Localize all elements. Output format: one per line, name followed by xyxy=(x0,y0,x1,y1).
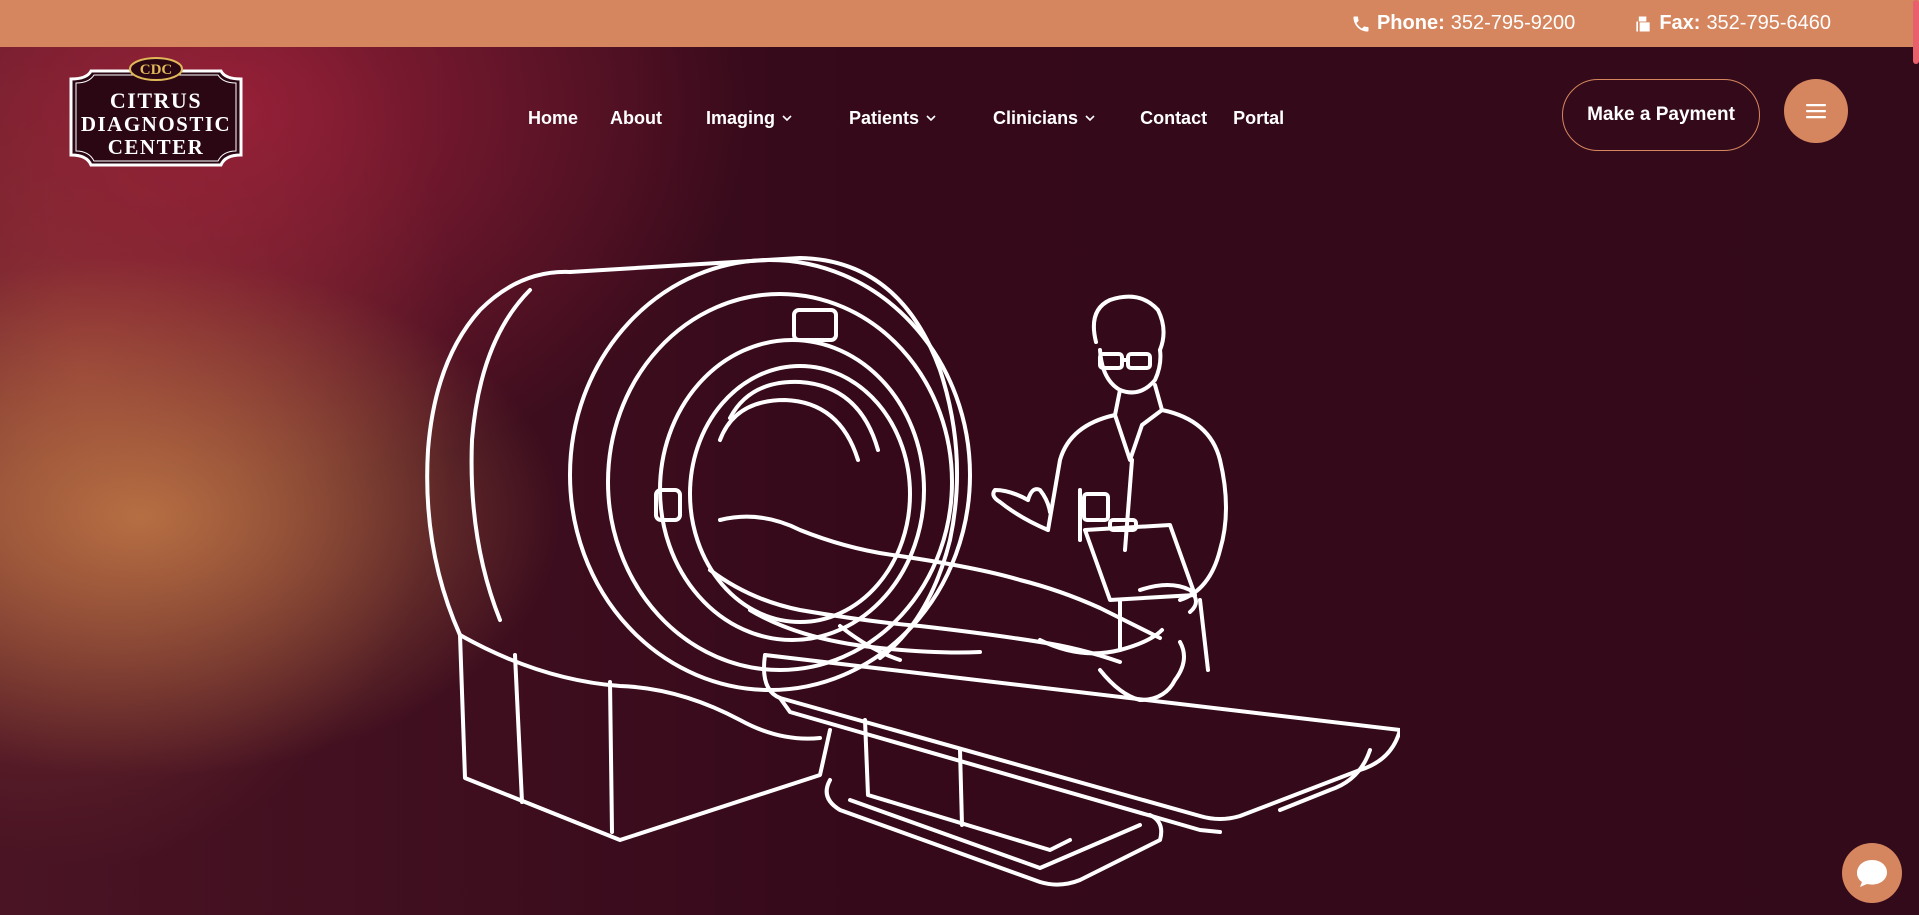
make-payment-label: Make a Payment xyxy=(1587,104,1735,125)
make-payment-button[interactable]: Make a Payment xyxy=(1562,79,1760,151)
hamburger-icon xyxy=(1806,104,1826,119)
nav-home-label: Home xyxy=(528,107,579,128)
logo-emblem: CDC CITRUS DIAGNOSTIC CENTER xyxy=(69,57,243,167)
logo-line-1: CITRUS xyxy=(110,88,202,113)
logo-line-3: CENTER xyxy=(108,135,205,159)
nav-home[interactable]: Home xyxy=(528,108,578,129)
nav-about[interactable]: About xyxy=(610,108,662,129)
contact-bar: Phone: 352-795-9200 Fax: 352-795-6460 xyxy=(0,0,1919,47)
fax-label: Fax: xyxy=(1659,12,1701,34)
logo-badge-text: CDC xyxy=(140,62,173,78)
nav-patients-label: Patients xyxy=(849,107,920,128)
main-navigation: Home About Imaging Patients Clinicians C… xyxy=(528,104,1284,132)
scrollbar-thumb[interactable] xyxy=(1913,0,1919,64)
nav-about-label: About xyxy=(610,107,662,128)
phone-label: Phone: xyxy=(1376,12,1445,34)
phone-icon xyxy=(1353,16,1369,31)
phone-number: 352-795-9200 xyxy=(1450,12,1576,34)
menu-button[interactable] xyxy=(1784,79,1848,143)
logo-line-2: DIAGNOSTIC xyxy=(81,112,231,136)
site-logo[interactable]: CDC CITRUS DIAGNOSTIC CENTER xyxy=(57,57,255,179)
chevron-down-icon xyxy=(1085,115,1095,122)
mri-scanner-illustration xyxy=(425,256,1400,887)
phone-contact[interactable]: Phone: 352-795-9200 xyxy=(1351,12,1575,35)
chevron-down-icon xyxy=(926,115,936,122)
nav-imaging[interactable]: Imaging xyxy=(706,108,793,129)
nav-contact[interactable]: Contact xyxy=(1140,108,1207,129)
nav-clinicians[interactable]: Clinicians xyxy=(993,108,1096,129)
chat-bubble-icon xyxy=(1857,860,1887,887)
nav-contact-label: Contact xyxy=(1140,107,1208,128)
nav-imaging-label: Imaging xyxy=(706,107,776,128)
nav-portal[interactable]: Portal xyxy=(1233,108,1284,129)
chat-button[interactable] xyxy=(1842,843,1902,903)
fax-contact[interactable]: Fax: 352-795-6460 xyxy=(1633,12,1831,35)
fax-number: 352-795-6460 xyxy=(1706,12,1831,34)
nav-patients[interactable]: Patients xyxy=(849,108,937,129)
fax-icon xyxy=(1636,16,1650,31)
chevron-down-icon xyxy=(782,115,792,122)
nav-clinicians-label: Clinicians xyxy=(993,107,1079,128)
nav-portal-label: Portal xyxy=(1233,107,1285,128)
